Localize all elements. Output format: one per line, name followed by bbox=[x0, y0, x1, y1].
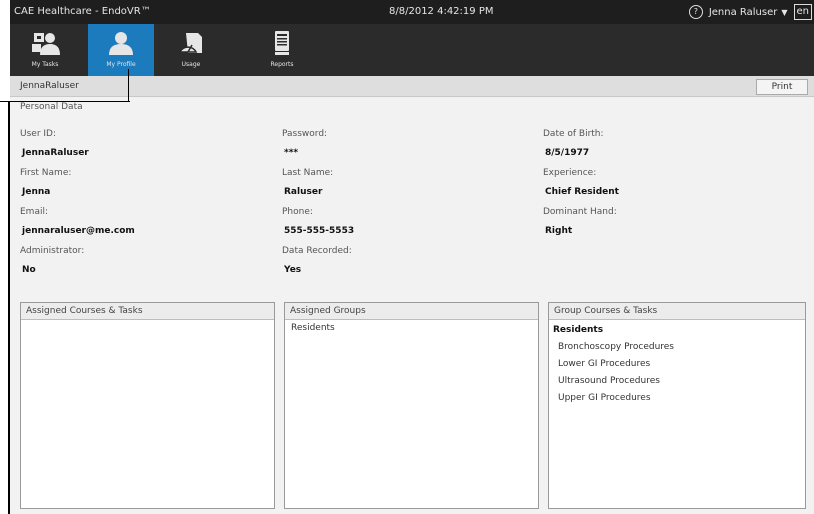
list-item[interactable]: Bronchoscopy Procedures bbox=[549, 339, 805, 356]
report-icon bbox=[275, 31, 289, 55]
breadcrumb-bar: JennaRaluser Print bbox=[10, 76, 814, 97]
administrator-label: Administrator: bbox=[20, 246, 85, 256]
first-name-label: First Name: bbox=[20, 168, 72, 178]
assigned-courses-panel[interactable]: Assigned Courses & Tasks bbox=[20, 302, 275, 509]
phone-value: 555-555-5553 bbox=[284, 226, 355, 236]
dominant-hand-label: Dominant Hand: bbox=[543, 207, 617, 217]
user-id-value: JennaRaluser bbox=[22, 148, 89, 158]
nav-reports[interactable]: Reports bbox=[253, 24, 311, 76]
chevron-down-icon[interactable]: ▼ bbox=[781, 8, 787, 17]
list-item[interactable]: Residents bbox=[285, 320, 538, 337]
assigned-groups-panel[interactable]: Assigned Groups Residents bbox=[284, 302, 539, 509]
group-name: Residents bbox=[553, 325, 604, 335]
list-item[interactable]: Ultrasound Procedures bbox=[549, 373, 805, 390]
nav-label-usage: Usage bbox=[181, 61, 201, 68]
language-selector[interactable]: en bbox=[793, 4, 812, 20]
breadcrumb: JennaRaluser bbox=[20, 81, 79, 91]
nav-usage[interactable]: Usage bbox=[162, 24, 220, 76]
email-label: Email: bbox=[20, 207, 49, 217]
title-bar: CAE Healthcare - EndoVR™ 8/8/2012 4:42:1… bbox=[10, 0, 814, 24]
list-item[interactable]: Upper GI Procedures bbox=[549, 390, 805, 407]
callout-line bbox=[128, 69, 129, 102]
nav-my-tasks[interactable]: My Tasks bbox=[16, 24, 74, 76]
password-value: *** bbox=[284, 148, 299, 158]
list-item[interactable]: Lower GI Procedures bbox=[549, 356, 805, 373]
print-button[interactable]: Print bbox=[756, 79, 808, 95]
nav-my-profile[interactable]: My Profile bbox=[88, 24, 154, 76]
help-icon[interactable]: ? bbox=[688, 5, 703, 19]
user-area: ? Jenna Raluser ▼ en bbox=[688, 3, 814, 21]
data-recorded-label: Data Recorded: bbox=[282, 246, 352, 256]
assigned-groups-title: Assigned Groups bbox=[285, 303, 538, 320]
last-name-value: Raluser bbox=[284, 187, 323, 197]
experience-label: Experience: bbox=[543, 168, 597, 178]
nav-label-reports: Reports bbox=[270, 61, 294, 68]
app-window: CAE Healthcare - EndoVR™ 8/8/2012 4:42:1… bbox=[10, 0, 814, 514]
app-title: CAE Healthcare - EndoVR™ bbox=[14, 6, 151, 17]
tasks-icon bbox=[32, 33, 60, 55]
user-icon bbox=[109, 32, 133, 55]
nav-bar: My Tasks My Profile Usage Reports bbox=[10, 24, 814, 76]
user-menu[interactable]: Jenna Raluser bbox=[709, 7, 778, 18]
usage-gauge-icon bbox=[178, 33, 202, 53]
dominant-hand-value: Right bbox=[545, 226, 573, 236]
experience-value: Chief Resident bbox=[545, 187, 619, 197]
phone-label: Phone: bbox=[282, 207, 313, 217]
datetime: 8/8/2012 4:42:19 PM bbox=[389, 6, 494, 17]
password-label: Password: bbox=[282, 129, 328, 139]
email-value: jennaraluser@me.com bbox=[22, 226, 135, 236]
assigned-courses-title: Assigned Courses & Tasks bbox=[21, 303, 274, 320]
dob-value: 8/5/1977 bbox=[545, 148, 590, 158]
group-courses-title: Group Courses & Tasks bbox=[549, 303, 805, 320]
nav-label-my-profile: My Profile bbox=[106, 61, 136, 68]
administrator-value: No bbox=[22, 265, 36, 275]
first-name-value: Jenna bbox=[22, 187, 51, 197]
section-title: Personal Data bbox=[20, 102, 83, 112]
callout-line bbox=[8, 102, 10, 514]
data-recorded-value: Yes bbox=[284, 265, 302, 275]
user-id-label: User ID: bbox=[20, 129, 56, 139]
callout-line bbox=[0, 101, 130, 102]
last-name-label: Last Name: bbox=[282, 168, 334, 178]
group-courses-panel[interactable]: Group Courses & Tasks Residents Bronchos… bbox=[548, 302, 806, 509]
nav-label-my-tasks: My Tasks bbox=[31, 61, 59, 68]
dob-label: Date of Birth: bbox=[543, 129, 604, 139]
